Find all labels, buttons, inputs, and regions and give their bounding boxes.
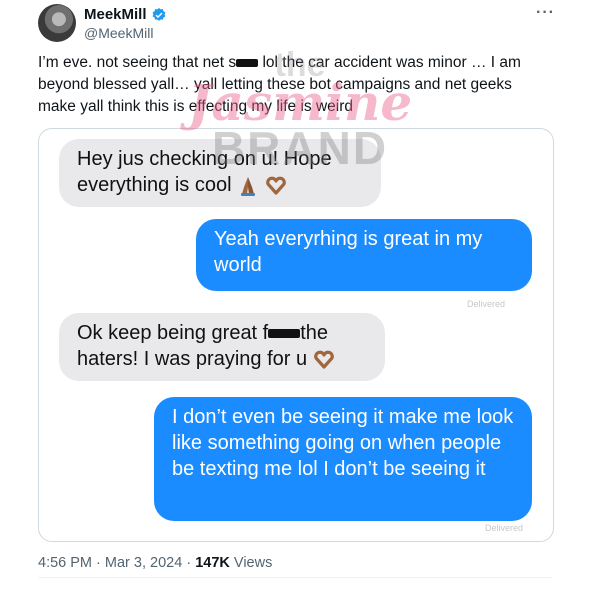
message-text: I don’t even be seeing it make me look l… bbox=[172, 406, 514, 480]
message-bubble-received: Hey jus checking on u! Hope everything i… bbox=[59, 139, 381, 207]
meta-separator: · bbox=[186, 555, 192, 571]
meta-separator: · bbox=[96, 555, 101, 571]
message-bubble-received: Ok keep being great f the haters! I was p… bbox=[59, 313, 385, 381]
tweet-meta: 4:56 PM · Mar 3, 2024 · 147K Views bbox=[38, 555, 272, 571]
tweet-text: I’m eve. not seeing that net s lol the c… bbox=[38, 52, 538, 118]
message-bubble-sent: Yeah everyrhing is great in my world bbox=[196, 219, 532, 291]
avatar[interactable] bbox=[38, 4, 76, 42]
verified-badge-icon bbox=[152, 7, 165, 21]
views-count: 147K bbox=[195, 555, 230, 571]
views-label: Views bbox=[233, 555, 273, 571]
praying-hands-emoji bbox=[241, 176, 256, 196]
heart-hands-emoji bbox=[313, 350, 334, 369]
delivered-label: Delivered bbox=[485, 523, 524, 533]
message-text-part1: Ok keep being great f bbox=[77, 322, 269, 344]
delivered-label: Delivered bbox=[467, 299, 506, 309]
more-options-icon[interactable]: ··· bbox=[536, 4, 555, 22]
author-name-row[interactable]: MeekMill bbox=[84, 6, 167, 23]
tweet-text-part1: I’m eve. not seeing that net s bbox=[38, 54, 237, 71]
display-name[interactable]: MeekMill bbox=[84, 6, 147, 23]
message-text: Hey jus checking on u! Hope everything i… bbox=[77, 148, 332, 196]
message-text: Yeah everyrhing is great in my world bbox=[214, 228, 483, 276]
divider bbox=[38, 577, 552, 578]
attached-image[interactable]: Hey jus checking on u! Hope everything i… bbox=[38, 128, 554, 542]
censor-bar bbox=[268, 329, 301, 339]
tweet-time[interactable]: 4:56 PM bbox=[38, 555, 92, 571]
censor-bar bbox=[236, 58, 259, 67]
tweet-date[interactable]: Mar 3, 2024 bbox=[105, 555, 182, 571]
heart-hands-emoji bbox=[265, 176, 286, 195]
message-bubble-sent: I don’t even be seeing it make me look l… bbox=[154, 397, 532, 521]
handle[interactable]: @MeekMill bbox=[84, 25, 153, 41]
